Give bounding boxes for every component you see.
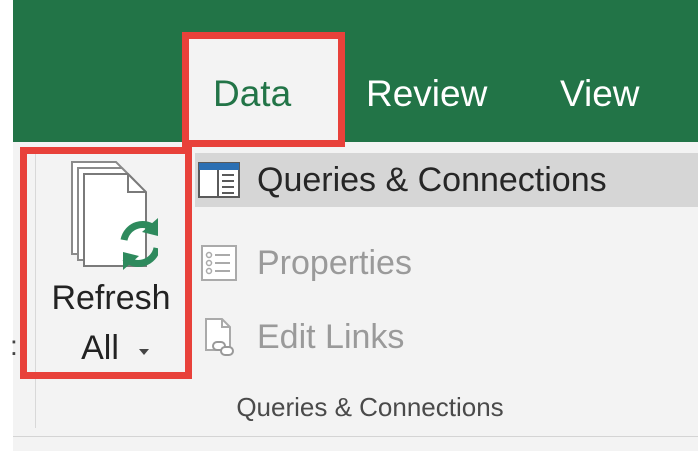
ribbon-tab-bar — [13, 0, 698, 142]
edit-links-icon — [205, 318, 234, 356]
ribbon-divider — [13, 436, 698, 437]
highlight-box-refresh-all — [20, 147, 192, 379]
properties-label: Properties — [257, 244, 412, 282]
properties-button[interactable]: Properties — [195, 236, 455, 290]
tab-review[interactable]: Review — [366, 72, 487, 116]
edit-links-label: Edit Links — [257, 318, 405, 356]
queries-connections-icon — [198, 162, 240, 198]
tab-view[interactable]: View — [560, 72, 640, 116]
previous-group-edge: : — [10, 330, 18, 361]
edit-links-button[interactable]: Edit Links — [195, 310, 455, 364]
highlight-box-data-tab — [182, 32, 345, 147]
group-label-queries-connections: Queries & Connections — [236, 392, 504, 422]
page-margin — [0, 0, 13, 451]
properties-icon — [201, 245, 237, 281]
queries-connections-button[interactable]: Queries & Connections — [195, 153, 698, 207]
queries-connections-label: Queries & Connections — [257, 161, 607, 199]
